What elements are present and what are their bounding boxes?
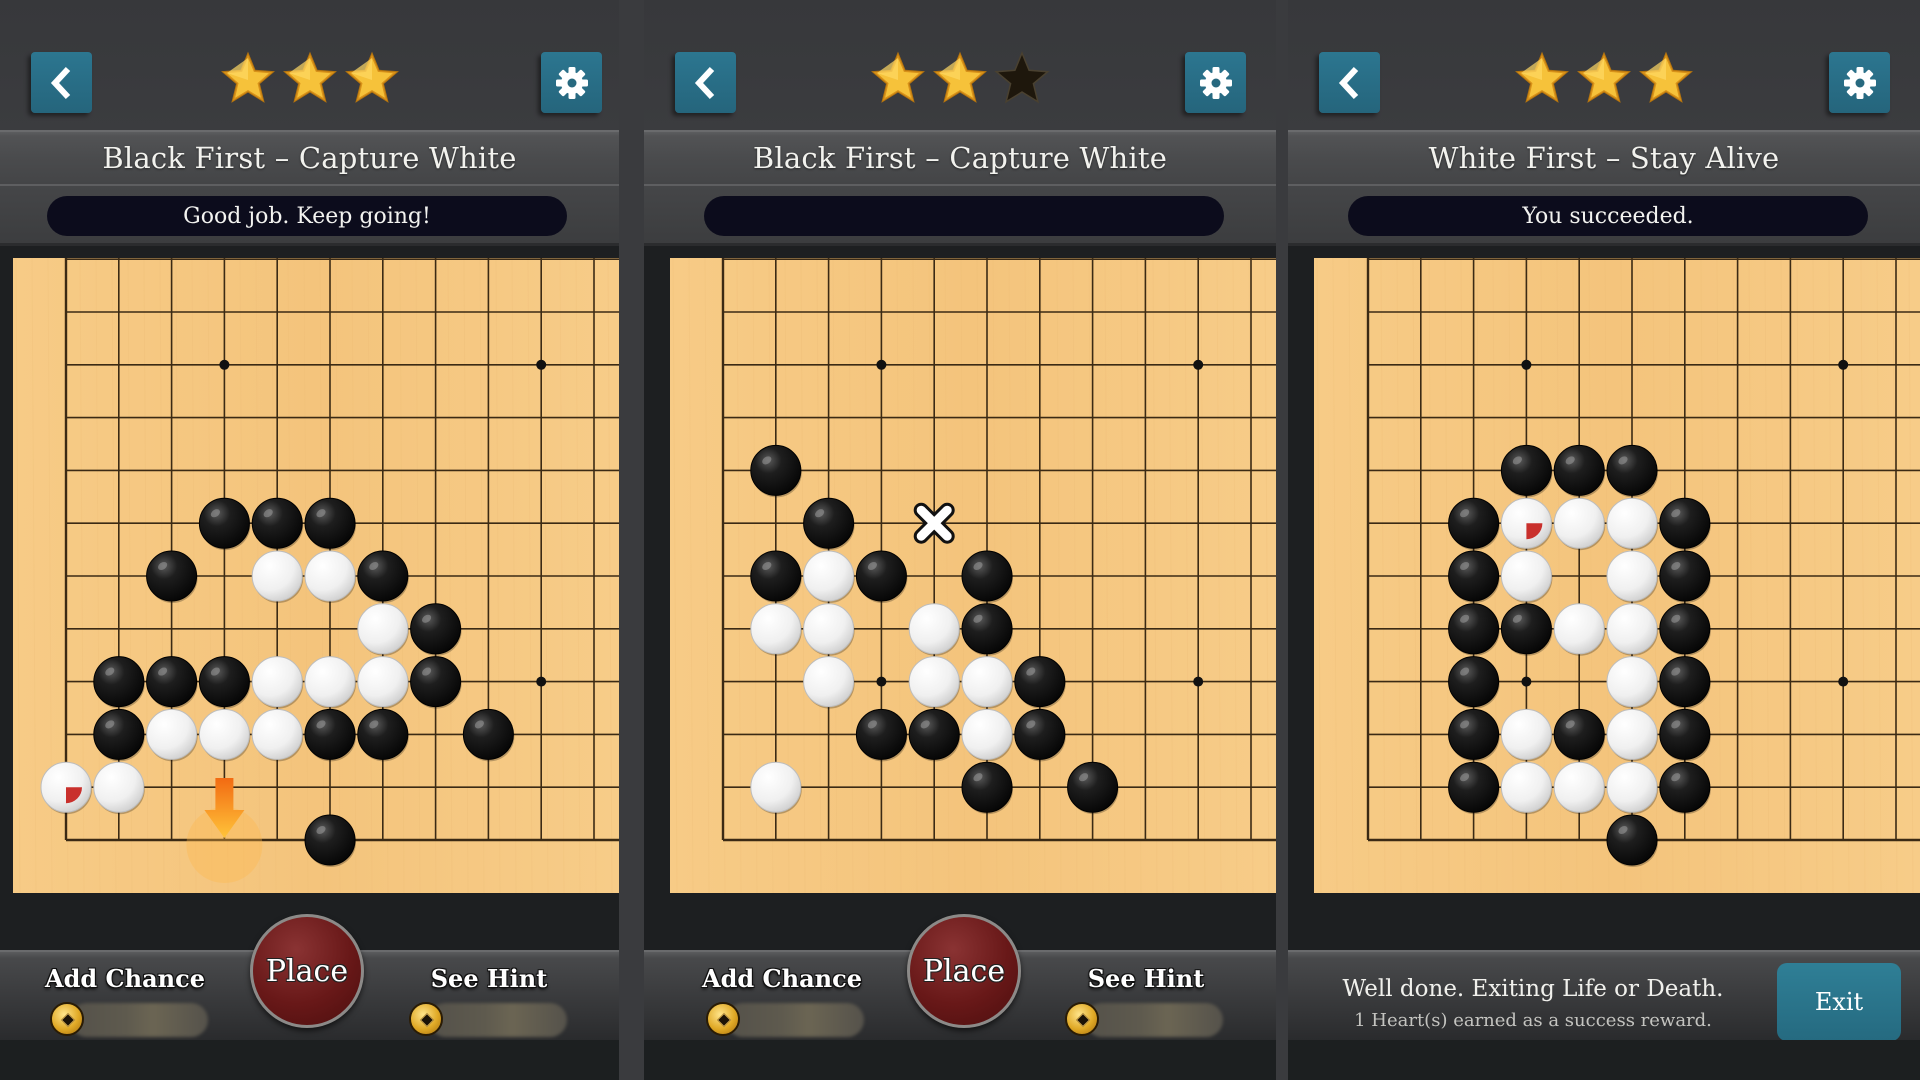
coin-icon [706, 1002, 740, 1036]
star-filled-icon [282, 50, 338, 106]
result-bar: Well done. Exiting Life or Death. 1 Hear… [1288, 950, 1920, 1041]
star-rating [0, 50, 619, 106]
top-bar [0, 0, 619, 132]
status-message: You succeeded. [1348, 196, 1868, 236]
star-filled-icon [1514, 50, 1570, 106]
settings-button[interactable] [541, 52, 602, 113]
coin-amount-blurred [70, 1003, 208, 1037]
footer-strip [644, 1040, 1276, 1080]
add-chance-cost[interactable] [706, 1000, 866, 1040]
wrong-move-x-icon [913, 502, 955, 544]
star-point [536, 676, 547, 687]
star-filled-icon [932, 50, 988, 106]
coin-amount-blurred [726, 1003, 864, 1037]
puzzle-panel-2: Black First – Capture White Add Chance S… [644, 0, 1276, 1080]
coin-icon [50, 1002, 84, 1036]
go-board[interactable] [13, 258, 619, 893]
puzzle-title: Black First – Capture White [0, 130, 619, 186]
star-rating [1288, 50, 1920, 106]
gear-icon [1199, 66, 1233, 100]
star-point [536, 359, 547, 370]
star-point [876, 359, 887, 370]
puzzle-title: White First – Stay Alive [1288, 130, 1920, 186]
puzzle-panel-1: Black First – Capture White Good job. Ke… [0, 0, 619, 1080]
star-point [1521, 676, 1532, 687]
puzzle-panel-3: White First – Stay Alive You succeeded. … [1288, 0, 1920, 1080]
status-message: Good job. Keep going! [47, 196, 567, 236]
star-point [1193, 676, 1204, 687]
top-bar [644, 0, 1276, 132]
see-hint-cost[interactable] [1065, 1000, 1225, 1040]
star-point [876, 676, 887, 687]
star-point [1193, 359, 1204, 370]
result-subtitle: 1 Heart(s) earned as a success reward. [1354, 1010, 1712, 1031]
star-rating [644, 50, 1276, 106]
footer-strip [0, 1040, 619, 1080]
place-button[interactable]: Place [250, 914, 364, 1028]
star-point [1521, 359, 1532, 370]
place-button[interactable]: Place [907, 914, 1021, 1028]
add-chance-button[interactable]: Add Chance [40, 964, 210, 993]
star-filled-icon [1638, 50, 1694, 106]
coin-amount-blurred [1085, 1003, 1223, 1037]
star-filled-icon [344, 50, 400, 106]
message-strip [644, 186, 1276, 246]
star-filled-icon [870, 50, 926, 106]
settings-button[interactable] [1829, 52, 1890, 113]
star-point [219, 359, 230, 370]
status-message [704, 196, 1224, 236]
settings-button[interactable] [1185, 52, 1246, 113]
top-bar [1288, 0, 1920, 132]
message-strip: You succeeded. [1288, 186, 1920, 246]
coin-icon [1065, 1002, 1099, 1036]
exit-button[interactable]: Exit [1777, 963, 1901, 1041]
message-strip: Good job. Keep going! [0, 186, 619, 246]
gear-icon [1843, 66, 1877, 100]
puzzle-title: Black First – Capture White [644, 130, 1276, 186]
coin-amount-blurred [429, 1003, 567, 1037]
star-empty-icon [994, 50, 1050, 106]
go-board[interactable] [1314, 258, 1920, 893]
star-filled-icon [1576, 50, 1632, 106]
gear-icon [555, 66, 589, 100]
star-point [1838, 359, 1849, 370]
go-board[interactable] [670, 258, 1276, 893]
star-point [1838, 676, 1849, 687]
add-chance-cost[interactable] [50, 1000, 210, 1040]
see-hint-button[interactable]: See Hint [404, 964, 574, 993]
see-hint-cost[interactable] [409, 1000, 569, 1040]
add-chance-button[interactable]: Add Chance [697, 964, 867, 993]
coin-icon [409, 1002, 443, 1036]
see-hint-button[interactable]: See Hint [1061, 964, 1231, 993]
footer-strip [1288, 1040, 1920, 1080]
result-title: Well done. Exiting Life or Death. [1342, 976, 1724, 1002]
star-filled-icon [220, 50, 276, 106]
